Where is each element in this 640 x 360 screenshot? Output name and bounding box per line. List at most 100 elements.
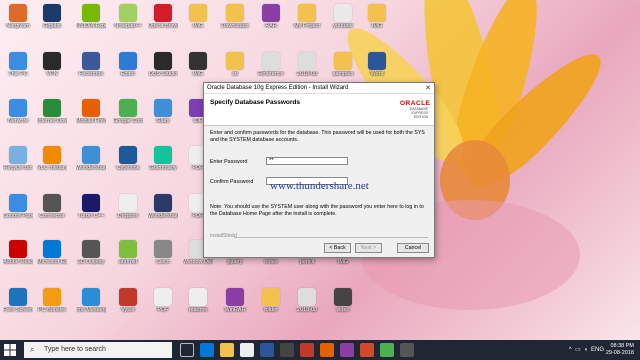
desktop-icon[interactable]: IMG (183, 52, 213, 77)
desktop-icon[interactable]: imo Messenger (76, 288, 106, 313)
desktop-icon[interactable]: Glary (148, 99, 178, 124)
desktop-icon[interactable]: VPN (37, 52, 67, 77)
desktop-icon[interactable]: Wondershare (76, 146, 106, 171)
desktop-icon[interactable]: OBS Studio (148, 52, 178, 77)
desktop-icon-label: IMG (192, 23, 204, 29)
windows-start-icon[interactable] (4, 344, 16, 356)
desktop-icon[interactable]: 2018-08 (292, 288, 322, 313)
clock[interactable]: 08:38 PM 29-08-2018 (606, 343, 634, 357)
desktop-icon[interactable]: VLC media player (37, 146, 67, 171)
watermark-text: www.thundershare.net (270, 180, 369, 192)
enter-password-field[interactable]: ** (266, 157, 348, 165)
dialog-titlebar[interactable]: Oracle Database 10g Express Edition - In… (204, 83, 434, 94)
desktop-icon[interactable]: video (328, 288, 358, 313)
desktop-icon[interactable]: Adobe Reader (3, 240, 33, 265)
desktop-icon[interactable]: folder (256, 288, 286, 313)
app-taskbar-icon-3[interactable] (340, 343, 354, 357)
desktop-icon[interactable]: 2018-08 (292, 52, 322, 77)
app-icon (119, 288, 137, 306)
store-taskbar-icon[interactable] (240, 343, 254, 357)
desktop-icon-label: 3D Display (77, 259, 105, 265)
desktop-icon[interactable]: samples (328, 52, 358, 77)
cancel-button[interactable]: Cancel (397, 243, 429, 253)
desktop-icon[interactable]: PDF (148, 288, 178, 313)
desktop-icon-label: VLC media player (37, 165, 67, 171)
desktop-icon[interactable]: Turbo C++ (76, 194, 106, 219)
app-icon (334, 288, 352, 306)
desktop-icon[interactable]: Wondershare (148, 194, 178, 219)
search-placeholder: Type here to search (44, 346, 106, 353)
chevron-up-icon[interactable]: ^ (569, 347, 572, 353)
network-icon[interactable]: ▭ (575, 347, 581, 353)
desktop-icon[interactable]: android (113, 240, 143, 265)
app-icon (368, 4, 386, 22)
desktop-icon[interactable]: Control Panel (3, 194, 33, 219)
desktop-icon[interactable]: Mozilla Firefox (76, 99, 106, 124)
desktop-icon[interactable]: Internet Download (37, 99, 67, 124)
desktop-icon-label: Microsoft Edge (37, 259, 67, 265)
desktop-icon[interactable]: PC Booster (37, 288, 67, 313)
desktop-icon-label: Cisco (156, 259, 170, 265)
desktop-icon[interactable]: 3D Display (76, 240, 106, 265)
taskbar: ⌕ Type here to search ^ ▭ ◖ ENG 08:38 PM… (0, 340, 640, 360)
desktop-icon[interactable]: Network (3, 99, 33, 124)
system-tray[interactable]: ^ ▭ ◖ ENG (569, 346, 604, 353)
desktop-icon-label: imo Messenger (76, 307, 106, 313)
desktop-icon[interactable]: Gigabit (37, 4, 67, 29)
desktop-icon[interactable]: readme (183, 288, 213, 313)
app-taskbar-icon[interactable] (280, 343, 294, 357)
word-taskbar-icon[interactable] (260, 343, 274, 357)
language-indicator[interactable]: ENG (591, 347, 604, 353)
desktop-icon[interactable]: RAR (256, 4, 286, 29)
desktop-icon-label: jquery (227, 259, 243, 265)
app-icon (82, 99, 100, 117)
desktop-icon[interactable]: Reference (256, 52, 286, 77)
desktop-icon-label: Downloads (221, 23, 249, 29)
app-taskbar-icon-4[interactable] (400, 343, 414, 357)
desktop-icon[interactable]: Downloads (220, 4, 250, 29)
desktop-icon[interactable]: Microsoft Edge (37, 240, 67, 265)
chrome-taskbar-icon[interactable] (380, 343, 394, 357)
back-button[interactable]: < Back (324, 243, 351, 253)
desktop-icon[interactable]: Recycle Bin (3, 146, 33, 171)
oracle-taskbar-icon[interactable] (360, 343, 374, 357)
app-icon (9, 240, 27, 258)
next-button[interactable]: Next > (355, 243, 382, 253)
task-view-icon[interactable] (180, 343, 194, 357)
firefox-taskbar-icon[interactable] (320, 343, 334, 357)
desktop-icon[interactable]: This PC (3, 52, 33, 77)
close-icon[interactable]: ✕ (425, 83, 431, 94)
desktop-icon[interactable]: NVIDIA Experience (76, 4, 106, 29)
desktop-icon[interactable]: Word (362, 52, 392, 77)
taskbar-search-box[interactable]: ⌕ Type here to search (24, 342, 172, 358)
desktop-icon[interactable]: Nargivam (3, 4, 33, 29)
desktop-icon[interactable]: Free Screen Recorder (3, 288, 33, 313)
app-icon (298, 4, 316, 22)
desktop-icon[interactable]: Connector (37, 194, 67, 219)
desktop-icon[interactable]: Vysor (113, 288, 143, 313)
app-taskbar-icon-2[interactable] (300, 343, 314, 357)
desktop-icon[interactable]: Cyberlink (113, 146, 143, 171)
file-explorer-taskbar-icon[interactable] (220, 343, 234, 357)
edge-taskbar-icon[interactable] (200, 343, 214, 357)
app-icon (119, 194, 137, 212)
desktop-icon-label: android (118, 259, 138, 265)
volume-icon[interactable]: ◖ (584, 347, 588, 353)
desktop-icon[interactable]: IMG (362, 4, 392, 29)
search-icon: ⌕ (30, 345, 35, 354)
desktop-icon[interactable]: My Project (292, 4, 322, 29)
desktop-icon[interactable]: WinRAR (220, 288, 250, 313)
desktop-icon[interactable]: Notepad++ (113, 4, 143, 29)
desktop-icon[interactable]: Google Chrome (113, 99, 143, 124)
desktop-icon[interactable]: Cisco (148, 240, 178, 265)
desktop-icon[interactable]: Editor (113, 52, 143, 77)
desktop-icon[interactable]: youtube (328, 4, 358, 29)
desktop-icon-label: Reference (258, 71, 284, 77)
app-icon (262, 52, 280, 70)
desktop-icon[interactable]: sti (220, 52, 250, 77)
desktop-icon[interactable]: Grammarly (148, 146, 178, 171)
desktop-icon[interactable]: Opera Browser (148, 4, 178, 29)
desktop-icon[interactable]: IMG (183, 4, 213, 29)
desktop-icon[interactable]: Facebook (76, 52, 106, 77)
desktop-icon[interactable]: Dropbox (113, 194, 143, 219)
